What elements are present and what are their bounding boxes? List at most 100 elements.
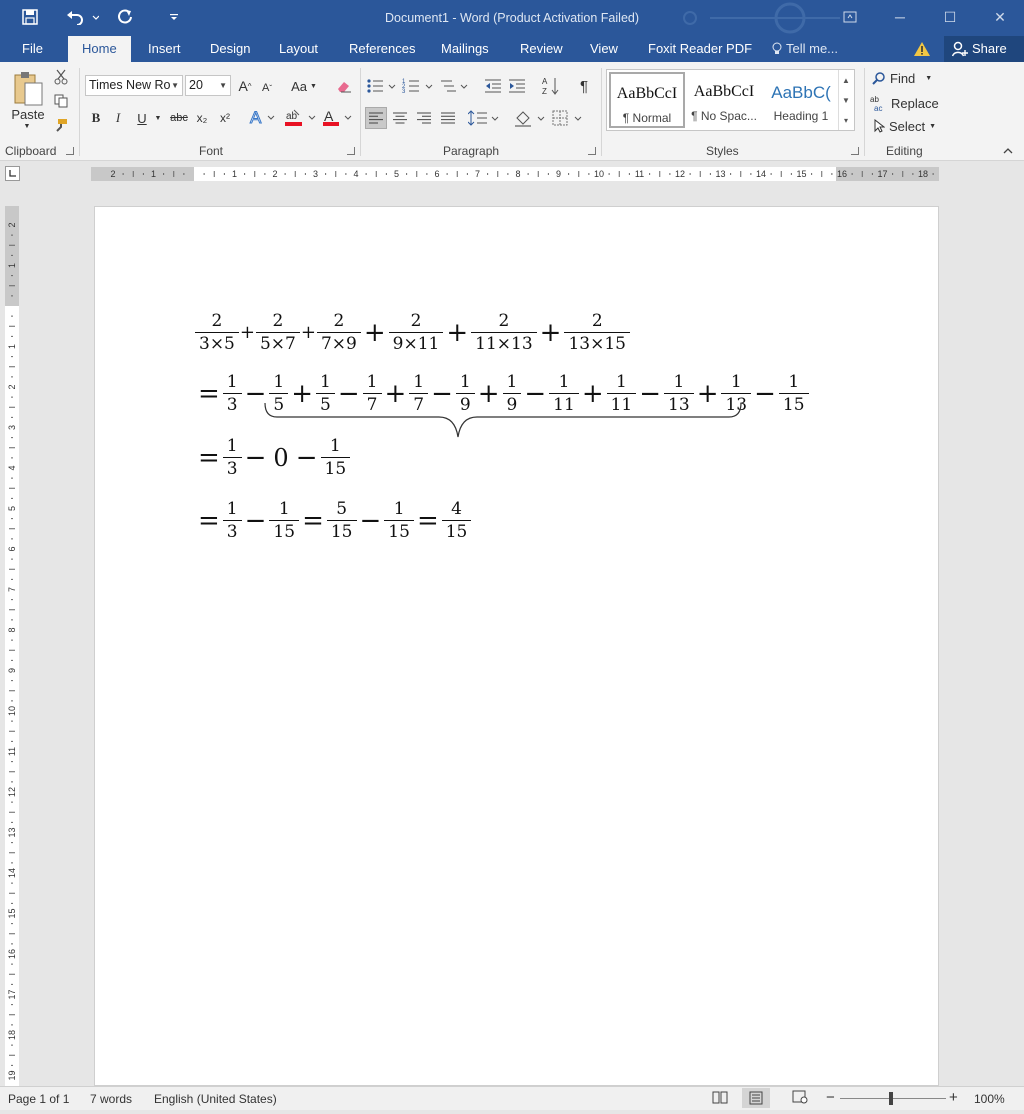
styles-group-label: Styles bbox=[706, 144, 739, 158]
fraction-denominator: 3×5 bbox=[195, 332, 239, 354]
sort-icon[interactable]: AZ bbox=[540, 74, 562, 98]
font-color-icon[interactable]: A bbox=[322, 106, 354, 128]
print-layout-icon[interactable] bbox=[742, 1088, 770, 1108]
svg-text:3: 3 bbox=[313, 169, 318, 179]
strikethrough-button[interactable]: abc bbox=[168, 108, 190, 128]
style-normal[interactable]: AaBbCcI ¶ Normal bbox=[609, 72, 685, 128]
read-mode-icon[interactable] bbox=[712, 1090, 728, 1107]
font-name-combo[interactable]: Times New Ro ▼ bbox=[85, 75, 183, 96]
word-count[interactable]: 7 words bbox=[90, 1092, 132, 1106]
change-case-button[interactable]: Aa ▼ bbox=[287, 76, 321, 96]
select-button[interactable]: Select ▼ bbox=[873, 117, 943, 135]
equation-line-1[interactable]: 2 3×5 +2 5×7 +2 7×9 +2 9×11 +2 11×13 +2 13×15 bbox=[195, 311, 630, 354]
bullets-icon[interactable] bbox=[366, 76, 398, 96]
cut-icon[interactable] bbox=[52, 68, 70, 86]
fraction-numerator: 1 bbox=[226, 499, 238, 519]
vertical-scrollbar[interactable] bbox=[1006, 184, 1024, 1086]
subscript-button[interactable]: x₂ bbox=[193, 108, 211, 128]
paste-label[interactable]: Paste bbox=[8, 106, 48, 122]
math-operator: + bbox=[446, 317, 469, 348]
language-status[interactable]: English (United States) bbox=[154, 1092, 277, 1106]
italic-button[interactable]: I bbox=[110, 108, 126, 128]
zoom-level[interactable]: 100% bbox=[974, 1092, 1005, 1106]
styles-scroll-up-icon[interactable]: ▲ bbox=[838, 70, 853, 90]
zoom-in-button[interactable]: + bbox=[949, 1089, 958, 1106]
tab-view[interactable]: View bbox=[590, 36, 618, 62]
text-effects-icon[interactable]: A bbox=[248, 106, 278, 128]
tab-insert[interactable]: Insert bbox=[148, 36, 181, 62]
numbering-icon[interactable]: 123 bbox=[402, 76, 436, 96]
fraction: 2 7×9 bbox=[316, 311, 361, 354]
tell-me-box[interactable]: Tell me... bbox=[772, 36, 838, 62]
styles-scroll-down-icon[interactable]: ▼ bbox=[838, 90, 853, 110]
format-painter-icon[interactable] bbox=[52, 116, 70, 134]
document-page[interactable]: 2 3×5 +2 5×7 +2 7×9 +2 9×11 +2 11×13 +2 13×15 = 1 3−1… bbox=[94, 206, 939, 1086]
decrease-indent-icon[interactable] bbox=[482, 76, 504, 96]
shrink-font-button[interactable]: Aˇ bbox=[258, 78, 276, 98]
maximize-button[interactable]: ☐ bbox=[930, 4, 970, 30]
close-button[interactable]: ✕ bbox=[980, 4, 1020, 30]
clear-formatting-icon[interactable] bbox=[334, 76, 354, 96]
web-layout-icon[interactable] bbox=[792, 1090, 808, 1107]
text-highlight-color-icon[interactable]: ab bbox=[284, 106, 318, 128]
align-center-icon[interactable] bbox=[389, 107, 411, 129]
styles-more-icon[interactable]: ▾ bbox=[838, 110, 853, 130]
styles-launcher-icon[interactable] bbox=[851, 147, 859, 155]
find-button[interactable]: Find ▼ bbox=[872, 69, 942, 87]
fraction-numerator: 1 bbox=[366, 372, 378, 392]
font-launcher-icon[interactable] bbox=[347, 147, 355, 155]
clipboard-launcher-icon[interactable] bbox=[66, 147, 74, 155]
tab-review[interactable]: Review bbox=[520, 36, 563, 62]
style-no-spacing[interactable]: AaBbCcI ¶ No Spac... bbox=[686, 72, 762, 128]
tab-file[interactable]: File bbox=[22, 36, 43, 62]
share-button[interactable]: Share bbox=[944, 36, 1024, 62]
replace-button[interactable]: ab ac Replace bbox=[870, 93, 945, 113]
minimize-button[interactable]: ─ bbox=[880, 4, 920, 30]
select-label: Select bbox=[889, 118, 926, 134]
underline-button[interactable]: U bbox=[134, 108, 150, 128]
justify-icon[interactable] bbox=[437, 107, 459, 129]
shading-icon[interactable] bbox=[514, 107, 548, 129]
horizontal-ruler[interactable]: 2 1 1 2 3 4 5 6 7 8 9 10 11 12 13 14 15 16 17 18 bbox=[91, 167, 939, 181]
font-size-combo[interactable]: 20 ▼ bbox=[185, 75, 231, 96]
ribbon-display-options-icon[interactable] bbox=[830, 4, 870, 30]
svg-text:Z: Z bbox=[542, 87, 547, 96]
vertical-ruler[interactable]: 2 1 1 2 3 4 5 6 7 8 9 10 11 12 13 14 15 16 17 18 19 bbox=[5, 206, 19, 1086]
svg-text:13: 13 bbox=[7, 827, 17, 837]
page-count[interactable]: Page 1 of 1 bbox=[8, 1092, 69, 1106]
align-right-icon[interactable] bbox=[413, 107, 435, 129]
equation-line-3[interactable]: = 1 3−0−1 15 bbox=[195, 436, 351, 479]
equation-line-4[interactable]: = 1 3−1 15 = 5 15−1 15 = 4 15 bbox=[195, 499, 472, 542]
borders-icon[interactable] bbox=[552, 107, 586, 129]
superscript-button[interactable]: x² bbox=[216, 108, 234, 128]
group-divider bbox=[864, 68, 865, 156]
underline-dropdown-icon[interactable]: ▼ bbox=[151, 110, 165, 126]
tab-mailings[interactable]: Mailings bbox=[441, 36, 489, 62]
multilevel-list-icon[interactable] bbox=[440, 76, 470, 96]
grow-font-button[interactable]: A ^ bbox=[236, 76, 254, 96]
paragraph-launcher-icon[interactable] bbox=[588, 147, 596, 155]
bold-button[interactable]: B bbox=[88, 108, 104, 128]
paste-icon[interactable] bbox=[10, 68, 46, 110]
tab-design[interactable]: Design bbox=[210, 36, 250, 62]
tab-references[interactable]: References bbox=[349, 36, 415, 62]
tab-selector-icon[interactable] bbox=[5, 166, 20, 181]
tab-layout[interactable]: Layout bbox=[279, 36, 318, 62]
tab-foxit-reader-pdf[interactable]: Foxit Reader PDF bbox=[648, 36, 752, 62]
style-heading-1[interactable]: AaBbC( Heading 1 bbox=[763, 72, 839, 128]
font-size-dropdown-icon: ▼ bbox=[219, 81, 227, 90]
paste-dropdown-icon[interactable]: ▼ bbox=[22, 122, 32, 130]
tab-home[interactable]: Home bbox=[68, 36, 131, 62]
increase-indent-icon[interactable] bbox=[506, 76, 528, 96]
line-spacing-icon[interactable] bbox=[468, 107, 502, 129]
copy-icon[interactable] bbox=[52, 92, 70, 110]
svg-text:2: 2 bbox=[7, 222, 17, 227]
collapse-ribbon-icon[interactable] bbox=[1000, 144, 1016, 158]
zoom-slider-thumb[interactable] bbox=[889, 1092, 893, 1105]
svg-text:17: 17 bbox=[877, 169, 887, 179]
zoom-slider-track[interactable] bbox=[840, 1098, 946, 1099]
show-formatting-marks-button[interactable]: ¶ bbox=[574, 74, 594, 98]
warning-icon[interactable] bbox=[913, 41, 931, 60]
align-left-icon[interactable] bbox=[365, 107, 387, 129]
zoom-out-button[interactable]: − bbox=[826, 1089, 835, 1106]
